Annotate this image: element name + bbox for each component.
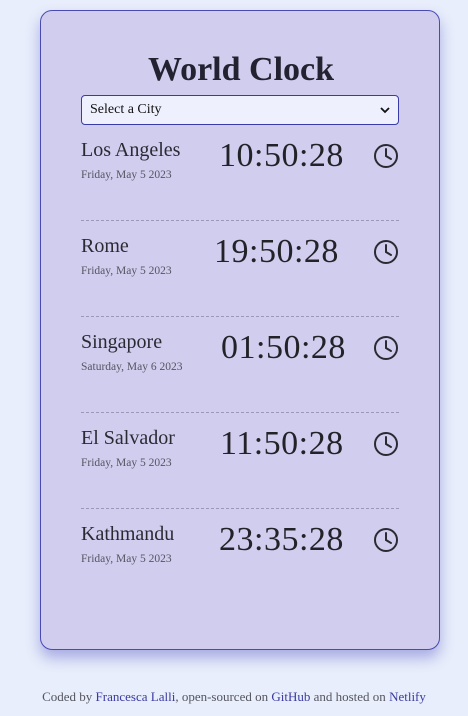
- city-time: 01:50:28: [221, 329, 346, 366]
- city-time: 11:50:28: [220, 425, 344, 462]
- footer-text: , open-sourced on: [175, 689, 272, 704]
- clock-icon: [374, 240, 398, 264]
- city-date: Friday, May 5 2023: [81, 169, 172, 181]
- city-name: Singapore: [81, 331, 163, 353]
- world-clock-card: World Clock Select a City Los Angeles Fr…: [40, 10, 440, 650]
- city-row-rome: Rome Friday, May 5 2023 19:50:28: [81, 221, 399, 317]
- city-row-kathmandu: Kathmandu Friday, May 5 2023 23:35:28: [81, 509, 399, 605]
- city-name: Kathmandu: [81, 523, 175, 545]
- city-name: Rome: [81, 235, 129, 257]
- city-row-los-angeles: Los Angeles Friday, May 5 2023 10:50:28: [81, 125, 399, 221]
- footer-text: and hosted on: [310, 689, 390, 704]
- github-link[interactable]: GitHub: [271, 689, 310, 704]
- footer-text: Coded by: [42, 689, 96, 704]
- author-link[interactable]: Francesca Lalli: [96, 689, 176, 704]
- page-title: World Clock: [147, 51, 335, 88]
- city-select-value: Select a City: [90, 102, 162, 117]
- clock-icon: [374, 528, 398, 552]
- chevron-down-icon: [380, 107, 390, 114]
- netlify-link[interactable]: Netlify: [389, 689, 426, 704]
- clock-icon: [374, 432, 398, 456]
- clock-icon: [374, 336, 398, 360]
- city-date: Saturday, May 6 2023: [81, 361, 183, 373]
- city-date: Friday, May 5 2023: [81, 553, 172, 565]
- city-name: Los Angeles: [81, 139, 181, 161]
- city-select[interactable]: Select a City: [81, 95, 399, 125]
- city-row-singapore: Singapore Saturday, May 6 2023 01:50:28: [81, 317, 399, 413]
- footer: Coded by Francesca Lalli, open-sourced o…: [0, 689, 468, 705]
- city-date: Friday, May 5 2023: [81, 265, 172, 277]
- city-name: El Salvador: [81, 427, 175, 449]
- city-time: 19:50:28: [214, 233, 339, 270]
- city-time: 23:35:28: [219, 521, 344, 558]
- clock-icon: [374, 144, 398, 168]
- city-row-el-salvador: El Salvador Friday, May 5 2023 11:50:28: [81, 413, 399, 509]
- city-date: Friday, May 5 2023: [81, 457, 172, 469]
- city-time: 10:50:28: [219, 137, 344, 174]
